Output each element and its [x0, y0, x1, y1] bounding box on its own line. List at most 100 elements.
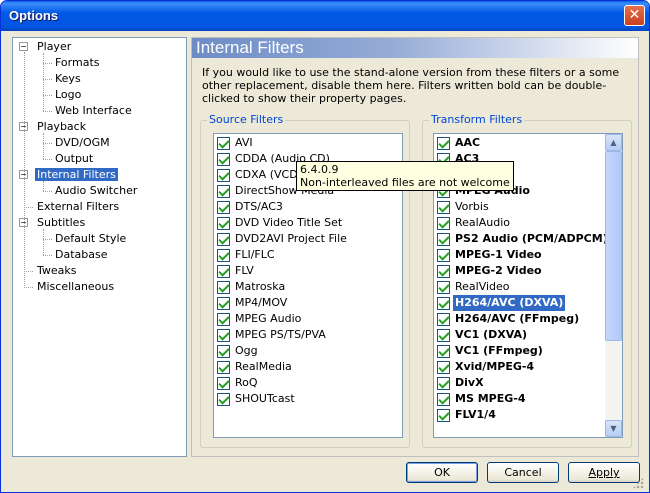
filter-checkbox[interactable] — [217, 249, 230, 262]
tree-item-label: Miscellaneous — [37, 280, 115, 293]
filter-label: DivX — [455, 376, 484, 389]
filter-label: Ogg — [235, 344, 258, 357]
filter-checkbox[interactable] — [437, 345, 450, 358]
tree-item-label: External Filters — [37, 200, 120, 213]
filter-checkbox[interactable] — [437, 329, 450, 342]
arrow-up-icon: ▲ — [610, 138, 617, 147]
dialog-client: Player − Formats Keys Logo Web Interface Playb… — [4, 31, 646, 491]
filter-checkbox[interactable] — [437, 249, 450, 262]
filter-checkbox[interactable] — [217, 377, 230, 390]
ok-button[interactable]: OK — [406, 462, 478, 483]
tree-branch-line — [43, 181, 44, 191]
filter-label: AAC — [455, 136, 481, 149]
page-title: Internal Filters — [192, 38, 638, 58]
tree-connector — [24, 271, 33, 272]
tree-item-player[interactable]: Player — [35, 39, 73, 55]
filter-checkbox[interactable] — [437, 217, 450, 230]
tree-item-label: Internal Filters — [35, 168, 118, 181]
scroll-thumb[interactable] — [605, 151, 622, 341]
tree-connector — [43, 159, 52, 160]
filter-label: Xvid/MPEG-4 — [455, 360, 535, 373]
filter-checkbox[interactable] — [217, 329, 230, 342]
filter-label: SHOUTcast — [235, 392, 295, 405]
filter-checkbox[interactable] — [217, 153, 230, 166]
tree-connector — [43, 143, 52, 144]
tree-item-audio-switcher[interactable]: Audio Switcher — [53, 183, 139, 199]
tree-item-web-interface[interactable]: Web Interface — [53, 103, 134, 119]
tree-item-logo[interactable]: Logo — [53, 87, 83, 103]
filter-checkbox[interactable] — [217, 185, 230, 198]
filter-checkbox[interactable] — [217, 217, 230, 230]
filter-checkbox[interactable] — [217, 201, 230, 214]
filter-label: VC1 (FFmpeg) — [455, 344, 543, 357]
filter-label: RoQ — [235, 376, 258, 389]
scroll-down-button[interactable]: ▼ — [605, 420, 622, 437]
filter-label: MPEG PS/TS/PVA — [235, 328, 326, 341]
options-tree[interactable]: Player − Formats Keys Logo Web Interface Playb… — [12, 37, 187, 457]
filter-checkbox[interactable] — [217, 137, 230, 150]
tree-item-label: Output — [55, 152, 94, 165]
tree-item-miscellaneous[interactable]: Miscellaneous — [35, 279, 116, 295]
apply-button[interactable]: Apply — [568, 462, 640, 483]
transform-filters-title: Transform Filters — [429, 113, 525, 126]
filter-checkbox[interactable] — [217, 169, 230, 182]
filter-checkbox[interactable] — [437, 201, 450, 214]
filter-label: Matroska — [235, 280, 286, 293]
filter-label: FLI/FLC — [235, 248, 275, 261]
tree-connector — [43, 79, 52, 80]
filter-checkbox[interactable] — [217, 265, 230, 278]
apply-label: Apply — [588, 466, 620, 479]
tree-item-external-filters[interactable]: External Filters — [35, 199, 121, 215]
tree-item-label: Tweaks — [37, 264, 77, 277]
tree-item-internal-filters[interactable]: Internal Filters — [35, 167, 118, 183]
filter-checkbox[interactable] — [217, 281, 230, 294]
tree-trunk-line — [24, 52, 25, 286]
filter-label: FLV — [235, 264, 254, 277]
filter-checkbox[interactable] — [437, 313, 450, 326]
tree-branch-line — [43, 133, 44, 159]
filter-checkbox[interactable] — [437, 377, 450, 390]
filter-label: MPEG-2 Video — [455, 264, 542, 277]
filter-label: H264/AVC (DXVA) — [453, 295, 566, 311]
tree-item-keys[interactable]: Keys — [53, 71, 83, 87]
close-button[interactable]: ✕ — [624, 5, 645, 26]
scroll-up-button[interactable]: ▲ — [605, 134, 622, 151]
filter-label: RealAudio — [455, 216, 510, 229]
filter-label: MPEG Audio — [235, 312, 302, 325]
filter-checkbox[interactable] — [217, 393, 230, 406]
collapse-icon[interactable]: − — [19, 42, 28, 51]
filter-checkbox[interactable] — [437, 281, 450, 294]
filter-checkbox[interactable] — [217, 313, 230, 326]
tree-item-output[interactable]: Output — [53, 151, 95, 167]
filter-label: RealMedia — [235, 360, 292, 373]
filter-checkbox[interactable] — [217, 233, 230, 246]
filter-label: MP4/MOV — [235, 296, 288, 309]
filter-checkbox[interactable] — [437, 297, 450, 310]
tree-item-default-style[interactable]: Default Style — [53, 231, 128, 247]
filter-checkbox[interactable] — [437, 137, 450, 150]
tree-item-formats[interactable]: Formats — [53, 55, 102, 71]
filter-checkbox[interactable] — [437, 393, 450, 406]
tree-item-database[interactable]: Database — [53, 247, 110, 263]
filter-label: PS2 Audio (PCM/ADPCM) — [455, 232, 608, 245]
tree-item-dvd-ogm[interactable]: DVD/OGM — [53, 135, 112, 151]
tree-item-tweaks[interactable]: Tweaks — [35, 263, 79, 279]
tooltip: 6.4.0.9 Non-interleaved files are not we… — [296, 161, 514, 191]
cancel-button[interactable]: Cancel — [487, 462, 559, 483]
filter-checkbox[interactable] — [437, 409, 450, 422]
tooltip-version: 6.4.0.9 — [300, 163, 339, 176]
title-bar[interactable]: Options ✕ — [1, 1, 649, 31]
tree-connector — [43, 63, 52, 64]
filter-checkbox[interactable] — [217, 361, 230, 374]
filter-checkbox[interactable] — [217, 297, 230, 310]
filter-checkbox[interactable] — [437, 265, 450, 278]
tree-branch-line — [43, 229, 44, 255]
filter-label: VC1 (DXVA) — [455, 328, 528, 341]
filter-label: DVD Video Title Set — [235, 216, 343, 229]
filter-checkbox[interactable] — [217, 345, 230, 358]
tree-item-label: Player — [37, 40, 72, 53]
source-filters-title: Source Filters — [207, 113, 286, 126]
filter-checkbox[interactable] — [437, 361, 450, 374]
filter-checkbox[interactable] — [437, 233, 450, 246]
transform-scrollbar[interactable]: ▲ ▼ — [605, 134, 622, 437]
